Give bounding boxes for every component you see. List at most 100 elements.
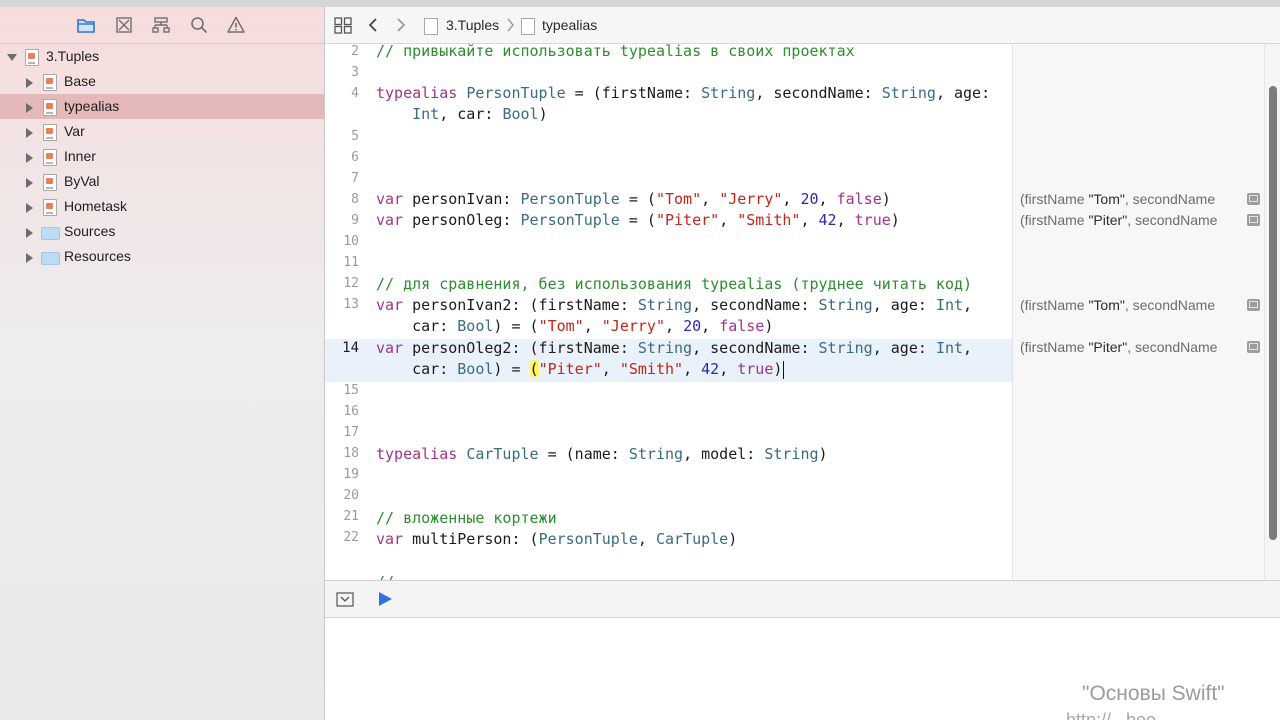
scrollbar-thumb[interactable] <box>1269 86 1277 540</box>
line-number: 13 <box>343 297 359 312</box>
tree-item-sources[interactable]: Sources <box>0 219 324 244</box>
tree-item-label: typealias <box>64 98 120 114</box>
line-number: 7 <box>351 171 359 186</box>
result-string: "Piter" <box>1088 212 1128 228</box>
tree-item-inner[interactable]: Inner <box>0 144 324 169</box>
navigator-toolbar <box>0 7 324 44</box>
disclosure-collapsed-icon[interactable] <box>26 153 33 163</box>
code-line[interactable]: // вложенные кортежи <box>376 509 557 527</box>
line-number: 12 <box>343 276 359 291</box>
result-key: (firstName <box>1020 297 1089 313</box>
tree-item-label: Inner <box>64 148 96 164</box>
tree-item-3-tuples[interactable]: 3.Tuples <box>0 44 324 69</box>
disclosure-collapsed-icon[interactable] <box>26 228 33 238</box>
run-play-icon[interactable] <box>377 591 393 607</box>
hide-debug-area-icon[interactable] <box>336 592 354 607</box>
code-line[interactable]: var personOleg2: (firstName: String, sec… <box>376 339 972 357</box>
code-line[interactable]: // привыкайте использовать typealias в с… <box>376 44 855 60</box>
search-icon[interactable] <box>189 15 209 35</box>
vertical-scrollbar[interactable] <box>1264 44 1280 580</box>
line-number-current: 14 <box>342 340 359 356</box>
tree-item-label: Var <box>64 123 85 139</box>
code-line[interactable]: car: Bool) = ("Tom", "Jerry", 20, false) <box>376 317 773 335</box>
tree-item-label: 3.Tuples <box>46 48 100 64</box>
playground-page-icon <box>43 199 57 216</box>
disclosure-collapsed-icon[interactable] <box>26 103 33 113</box>
tree-item-label: Resources <box>64 248 131 264</box>
source-control-icon[interactable] <box>114 15 134 35</box>
breadcrumb-separator-icon <box>507 18 514 32</box>
line-number: 8 <box>351 192 359 207</box>
result-key: (firstName <box>1020 212 1089 228</box>
code-line[interactable]: var personIvan: PersonTuple = ("Tom", "J… <box>376 190 891 208</box>
code-line-cutoff: // ─── ─ ── ─────── ─ ───── ─── ───── ──… <box>376 573 837 580</box>
code-line-current[interactable]: car: Bool) = ("Piter", "Smith", 42, true… <box>376 360 785 379</box>
tree-item-label: ByVal <box>64 173 100 189</box>
related-items-grid-icon[interactable] <box>334 17 352 34</box>
result-value[interactable]: (firstName "Piter", secondName <box>1020 212 1260 228</box>
result-key: , secondName <box>1124 297 1216 313</box>
line-number: 2 <box>351 44 359 59</box>
playground-page-icon <box>43 174 57 191</box>
back-chevron-icon[interactable] <box>367 17 379 33</box>
file-tree: 3.Tuples Base typealias Var Inner ByVal <box>0 44 324 269</box>
line-number: 15 <box>343 383 359 398</box>
line-number: 22 <box>343 530 359 545</box>
result-key: (firstName <box>1020 339 1089 355</box>
playground-file-icon <box>424 18 438 35</box>
debug-bar <box>325 580 1280 618</box>
tree-item-var[interactable]: Var <box>0 119 324 144</box>
line-number: 4 <box>351 86 359 101</box>
code-line[interactable]: var personIvan2: (firstName: String, sec… <box>376 296 972 314</box>
playground-page-icon <box>43 99 57 116</box>
disclosure-collapsed-icon[interactable] <box>26 203 33 213</box>
line-number: 17 <box>343 425 359 440</box>
code-line[interactable]: Int, car: Bool) <box>376 105 547 123</box>
tree-item-label: Base <box>64 73 96 89</box>
tree-item-base[interactable]: Base <box>0 69 324 94</box>
result-string: "Tom" <box>1088 297 1125 313</box>
forward-chevron-icon[interactable] <box>395 17 407 33</box>
quick-look-icon[interactable] <box>1247 341 1260 353</box>
code-line[interactable]: typealias PersonTuple = (firstName: Stri… <box>376 84 990 102</box>
breadcrumb-project[interactable]: 3.Tuples <box>446 7 499 43</box>
folder-icon <box>41 252 60 265</box>
tree-item-hometask[interactable]: Hometask <box>0 194 324 219</box>
quick-look-icon[interactable] <box>1247 214 1260 226</box>
quick-look-icon[interactable] <box>1247 193 1260 205</box>
disclosure-expanded-icon[interactable] <box>7 54 17 61</box>
code-line[interactable]: typealias CarTuple = (name: String, mode… <box>376 445 828 463</box>
tree-item-resources[interactable]: Resources <box>0 244 324 269</box>
code-editor[interactable]: 2 3 4 5 6 7 8 9 10 11 12 13 14 15 16 17 … <box>325 44 1012 580</box>
hierarchy-icon[interactable] <box>151 15 171 35</box>
breadcrumb-file[interactable]: typealias <box>542 7 597 43</box>
disclosure-collapsed-icon[interactable] <box>26 253 33 263</box>
tree-item-typealias[interactable]: typealias <box>0 94 324 119</box>
warning-icon[interactable] <box>226 15 246 35</box>
disclosure-collapsed-icon[interactable] <box>26 78 33 88</box>
line-number: 20 <box>343 488 359 503</box>
project-navigator: 3.Tuples Base typealias Var Inner ByVal <box>0 7 325 720</box>
code-line[interactable]: var multiPerson: (PersonTuple, CarTuple) <box>376 530 737 548</box>
result-value[interactable]: (firstName "Tom", secondName <box>1020 191 1260 207</box>
result-key: , secondName <box>1127 339 1218 355</box>
disclosure-collapsed-icon[interactable] <box>26 178 33 188</box>
folder-icon[interactable] <box>76 15 96 35</box>
tree-item-byval[interactable]: ByVal <box>0 169 324 194</box>
tree-item-label: Hometask <box>64 198 128 214</box>
disclosure-collapsed-icon[interactable] <box>26 128 33 138</box>
quick-look-icon[interactable] <box>1247 299 1260 311</box>
tree-item-label: Sources <box>64 223 116 239</box>
playground-page-icon <box>43 149 57 166</box>
line-number: 21 <box>343 509 359 524</box>
result-key: (firstName <box>1020 191 1089 207</box>
result-value[interactable]: (firstName "Tom", secondName <box>1020 297 1260 313</box>
code-line[interactable]: // для сравнения, без использования type… <box>376 275 972 293</box>
playground-page-icon <box>43 74 57 91</box>
line-number: 6 <box>351 150 359 165</box>
result-value[interactable]: (firstName "Piter", secondName <box>1020 339 1260 355</box>
playground-page-icon <box>521 18 535 35</box>
code-line[interactable]: var personOleg: PersonTuple = ("Piter", … <box>376 211 900 229</box>
watermark-url: http://...boo... <box>1066 710 1172 720</box>
line-number: 16 <box>343 404 359 419</box>
